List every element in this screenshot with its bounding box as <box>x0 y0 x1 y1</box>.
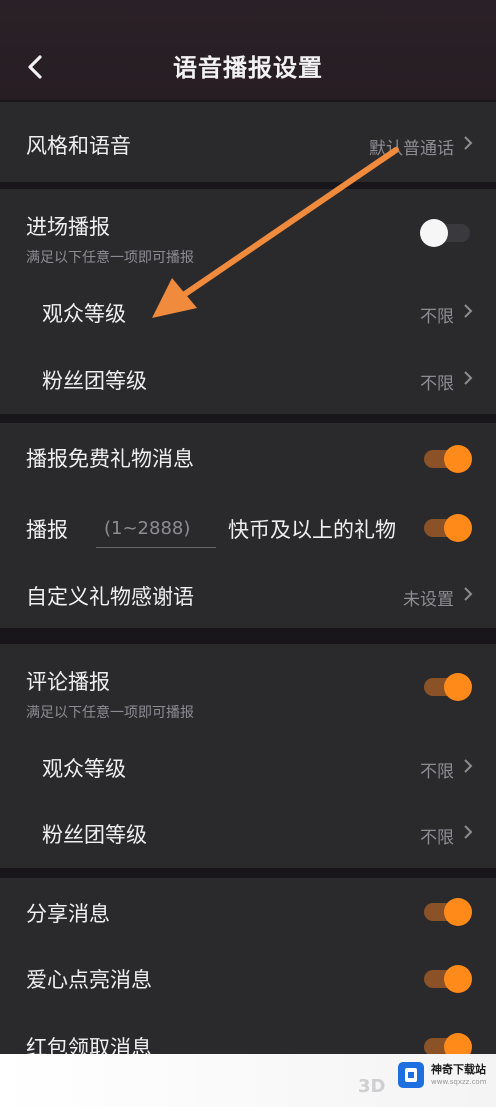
top-bar: 语音播报设置 <box>0 0 496 100</box>
free-gift-row: 播报免费礼物消息 <box>0 423 496 493</box>
chevron-right-icon <box>464 371 473 385</box>
watermark-brand-url: www.sqxzz.com <box>431 1078 487 1086</box>
entry-fan-level-value: 不限 <box>420 374 454 394</box>
comment-fan-level-row[interactable]: 粉丝团等级 不限 <box>0 800 496 868</box>
share-row: 分享消息 <box>0 878 496 946</box>
watermark-3d: 3D <box>358 1076 386 1097</box>
gift-thanks-row[interactable]: 自定义礼物感谢语 未设置 <box>0 561 496 628</box>
style-voice-value: 默认普通话 <box>369 139 454 159</box>
comment-viewer-level-value: 不限 <box>420 762 454 782</box>
comment-fan-level-value: 不限 <box>420 828 454 848</box>
entry-section: 进场播报 满足以下任意一项即可播报 观众等级 不限 粉丝团等级 不限 <box>0 189 496 414</box>
chevron-right-icon <box>464 304 473 318</box>
heart-toggle[interactable] <box>420 964 474 994</box>
paid-gift-row: 播报 (1~2888) 快币及以上的礼物 <box>0 493 496 561</box>
style-voice-section: 风格和语音 默认普通话 <box>0 102 496 182</box>
share-label: 分享消息 <box>26 902 110 926</box>
gift-threshold-input[interactable]: (1~2888) <box>104 518 190 539</box>
gift-thanks-label: 自定义礼物感谢语 <box>26 585 194 609</box>
comment-viewer-level-label: 观众等级 <box>42 757 126 781</box>
heart-label: 爱心点亮消息 <box>26 968 152 992</box>
paid-gift-suffix: 快币及以上的礼物 <box>228 518 396 542</box>
comment-section: 评论播报 满足以下任意一项即可播报 观众等级 不限 粉丝团等级 不限 <box>0 644 496 868</box>
chevron-right-icon <box>464 136 473 150</box>
watermark-brand: 神奇下载站 <box>431 1063 486 1076</box>
chevron-right-icon <box>464 759 473 773</box>
comment-label: 评论播报 <box>26 670 110 694</box>
gift-section: 播报免费礼物消息 播报 (1~2888) 快币及以上的礼物 自定义礼物感谢语 未… <box>0 423 496 628</box>
paid-gift-toggle[interactable] <box>420 513 474 543</box>
entry-hint: 满足以下任意一项即可播报 <box>26 250 194 266</box>
entry-viewer-level-value: 不限 <box>420 307 454 327</box>
comment-fan-level-label: 粉丝团等级 <box>42 823 147 847</box>
style-voice-row[interactable]: 风格和语音 默认普通话 <box>0 102 496 182</box>
gift-threshold-underline <box>96 547 216 548</box>
heart-row: 爱心点亮消息 <box>0 946 496 1014</box>
entry-label: 进场播报 <box>26 215 110 239</box>
free-gift-toggle[interactable] <box>420 444 474 474</box>
share-toggle[interactable] <box>420 897 474 927</box>
paid-gift-prefix: 播报 <box>26 518 68 542</box>
comment-viewer-level-row[interactable]: 观众等级 不限 <box>0 732 496 800</box>
entry-toggle[interactable] <box>420 218 474 248</box>
entry-fan-level-label: 粉丝团等级 <box>42 369 147 393</box>
chevron-right-icon <box>464 587 473 601</box>
comment-toggle[interactable] <box>420 672 474 702</box>
download-site-logo-icon <box>398 1062 424 1088</box>
misc-section: 分享消息 爱心点亮消息 红包领取消息 <box>0 878 496 1061</box>
chevron-right-icon <box>464 825 473 839</box>
red-packet-row: 红包领取消息 <box>0 1014 496 1061</box>
entry-viewer-level-label: 观众等级 <box>42 302 126 326</box>
gift-thanks-value: 未设置 <box>403 590 454 610</box>
page-title: 语音播报设置 <box>173 53 323 82</box>
entry-viewer-level-row[interactable]: 观众等级 不限 <box>0 277 496 347</box>
free-gift-label: 播报免费礼物消息 <box>26 447 194 471</box>
comment-hint: 满足以下任意一项即可播报 <box>26 705 194 721</box>
entry-fan-level-row[interactable]: 粉丝团等级 不限 <box>0 347 496 414</box>
style-voice-label: 风格和语音 <box>26 134 131 158</box>
